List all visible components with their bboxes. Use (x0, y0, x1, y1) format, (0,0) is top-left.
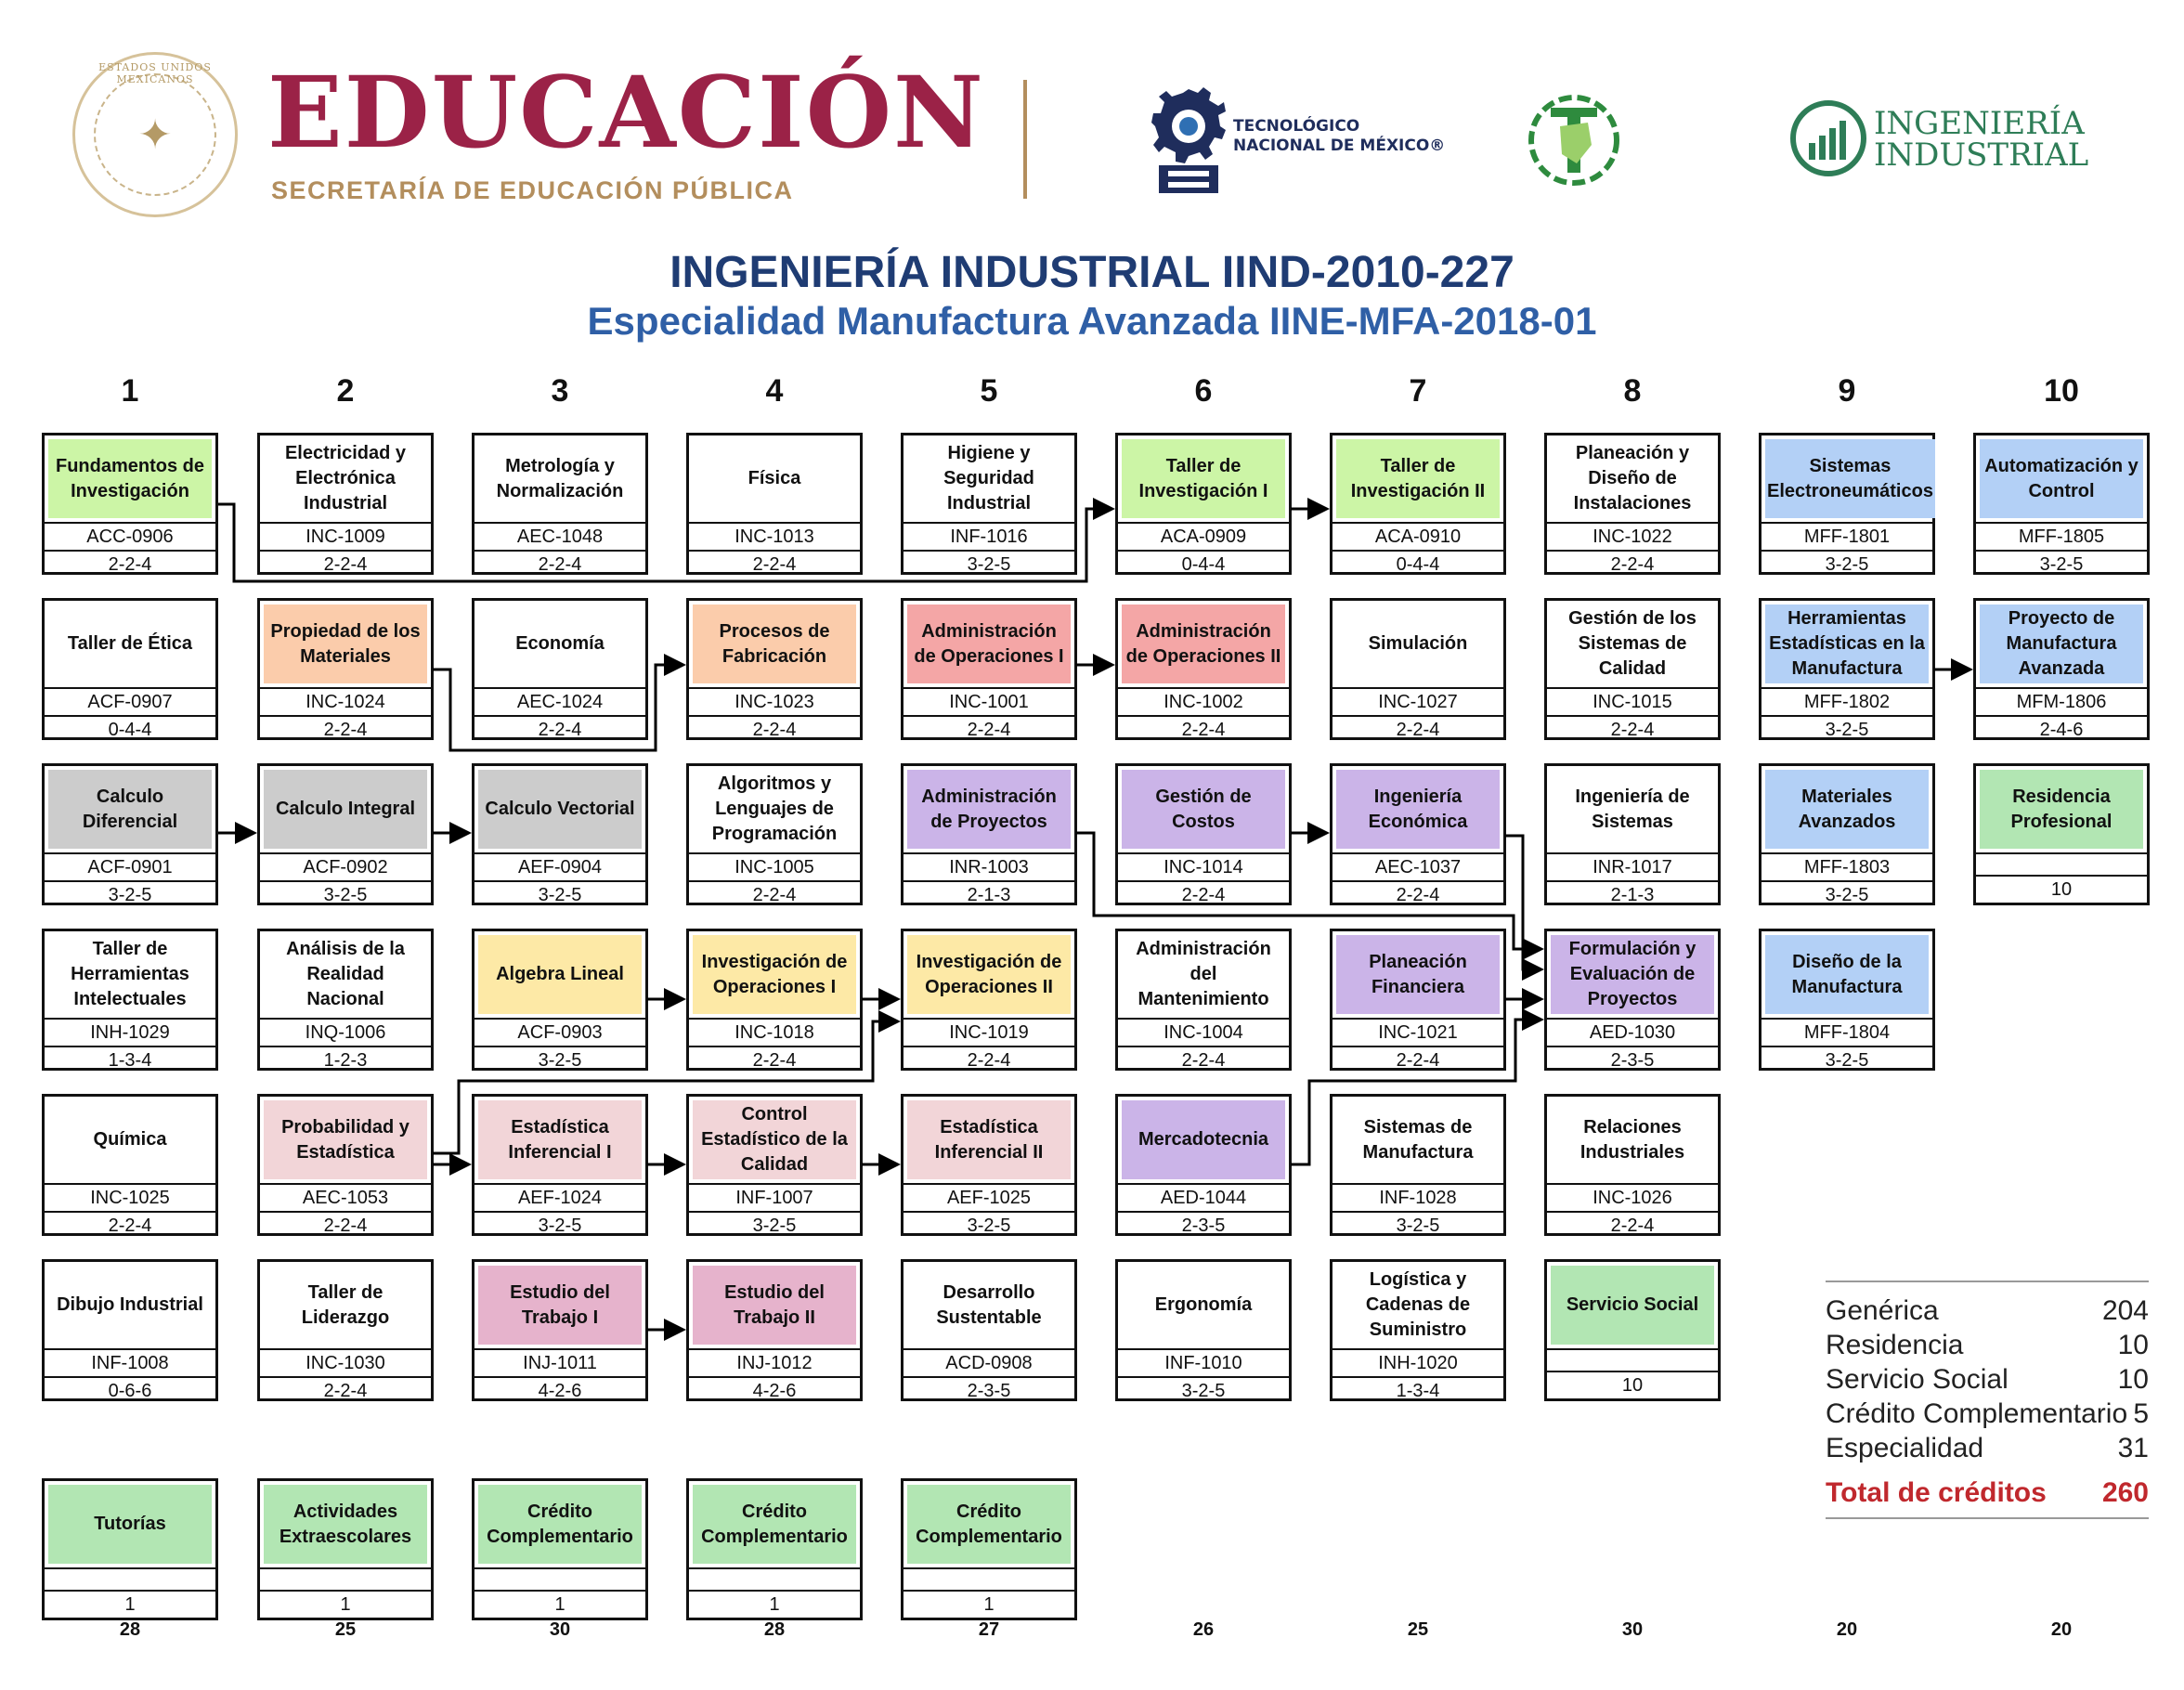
summary-label: Crédito Complementario (1826, 1398, 2128, 1429)
summary-value: 31 (2117, 1433, 2149, 1463)
semester-credits: 30 (549, 1619, 571, 1640)
summary-row: Genérica 204 (1826, 1294, 2149, 1328)
arrow-line (1076, 831, 1544, 960)
semester-credits: 27 (978, 1619, 1000, 1640)
semester-credits: 25 (1407, 1619, 1429, 1640)
semester-credits: 20 (1836, 1619, 1858, 1640)
semester-credits: 26 (1192, 1619, 1215, 1640)
summary-value: 204 (2101, 1295, 2149, 1326)
summary-row: Residencia 10 (1826, 1328, 2149, 1362)
summary-label: Especialidad (1826, 1433, 1984, 1463)
semester-credits: 25 (334, 1619, 357, 1640)
summary-label: Residencia (1826, 1330, 1964, 1360)
semester-credits: 28 (119, 1619, 141, 1640)
summary-label: Servicio Social (1826, 1364, 2008, 1395)
summary-label: Genérica (1826, 1295, 1939, 1326)
total-label: Total de créditos (1826, 1477, 2047, 1508)
semester-credits: 30 (1621, 1619, 1644, 1640)
summary-row: Crédito Complementario 5 (1826, 1397, 2149, 1431)
summary-value: 10 (2117, 1330, 2149, 1360)
summary-row: Servicio Social 10 (1826, 1362, 2149, 1397)
summary-value: 5 (2133, 1398, 2149, 1429)
summary-value: 10 (2117, 1364, 2149, 1395)
semester-credits: 20 (2050, 1619, 2073, 1640)
total-value: 260 (2101, 1477, 2149, 1508)
summary-bottom-rule (1826, 1517, 2149, 1519)
summary-total: Total de créditos 260 (1826, 1475, 2149, 1512)
summary-row: Especialidad 31 (1826, 1431, 2149, 1465)
credit-summary: Genérica 204 Residencia 10 Servicio Social… (1826, 1280, 2149, 1519)
arrow-line (433, 1010, 901, 1155)
arrow-line (218, 498, 1115, 583)
semester-credits: 28 (763, 1619, 786, 1640)
arrow-line (433, 654, 686, 752)
arrow-line (1291, 1008, 1544, 1166)
